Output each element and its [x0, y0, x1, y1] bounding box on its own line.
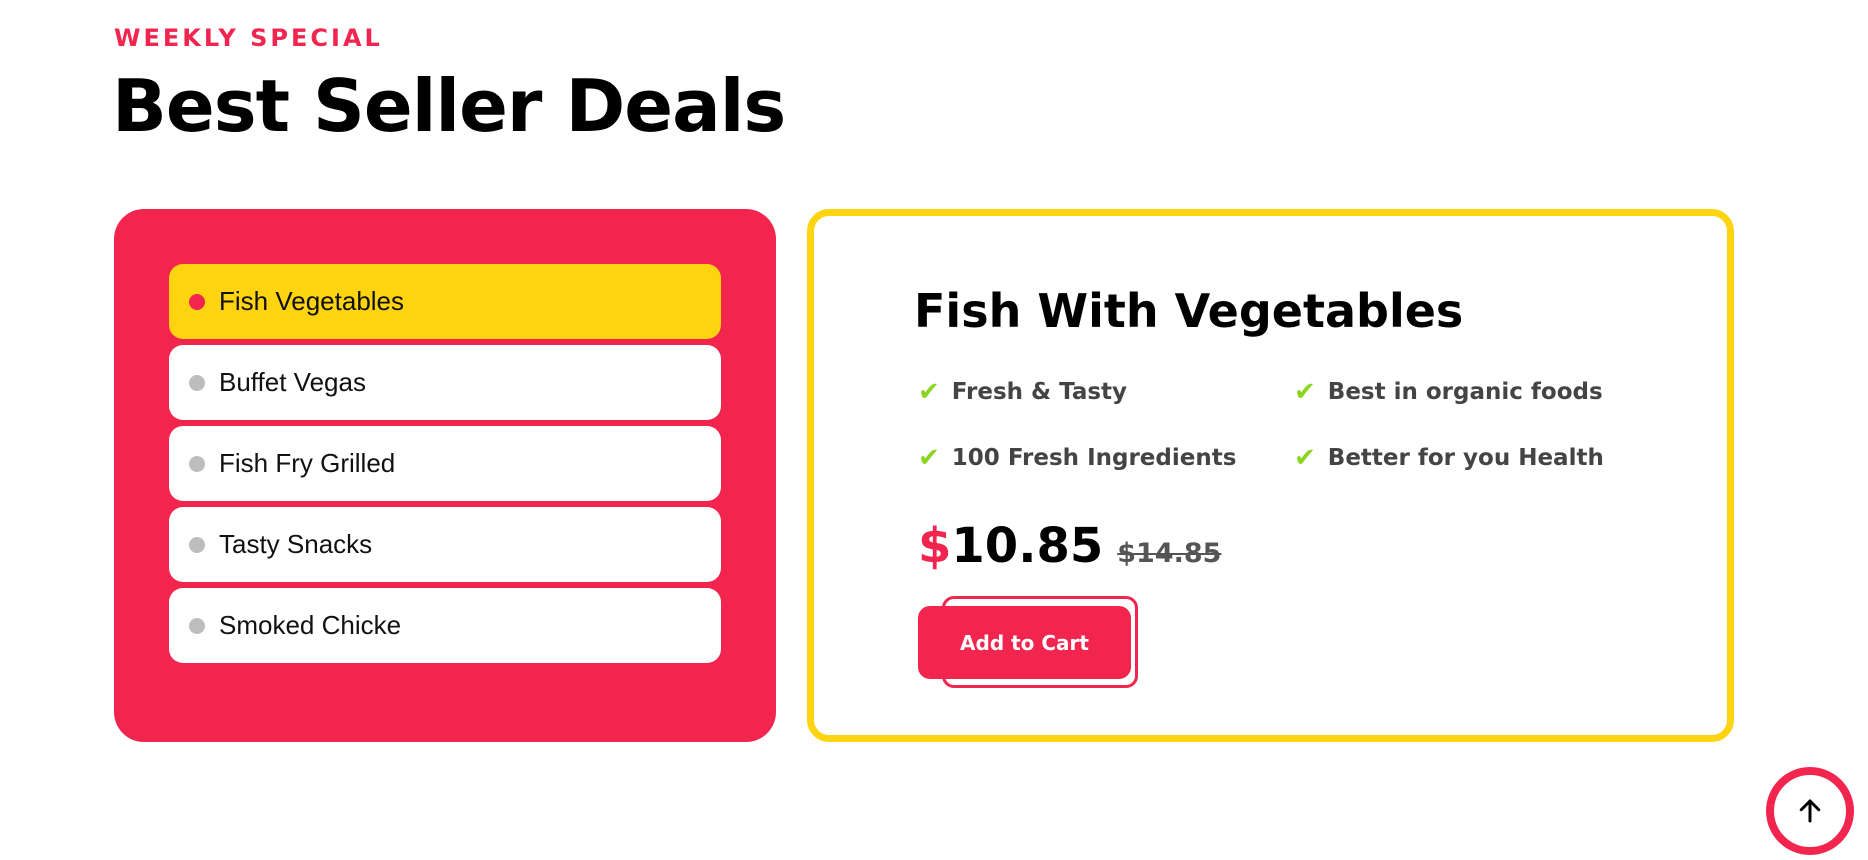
menu-item-label: Fish Fry Grilled [219, 448, 396, 478]
feature-label: 100 Fresh Ingredients [951, 445, 1237, 471]
feature-label: Better for you Health [1327, 445, 1604, 471]
price-value: 10.85 [951, 518, 1104, 574]
feature-item: ✔ Better for you Health [1294, 445, 1604, 471]
add-to-cart-button[interactable]: Add to Cart [918, 606, 1131, 679]
menu-item-fish-fry-grilled[interactable]: Fish Fry Grilled [169, 426, 721, 501]
menu-item-buffet-vegas[interactable]: Buffet Vegas [169, 345, 721, 420]
feature-label: Fresh & Tasty [951, 379, 1128, 405]
add-to-cart-wrapper: Add to Cart [918, 596, 1138, 688]
menu-item-tasty-snacks[interactable]: Tasty Snacks [169, 507, 721, 582]
feature-label: Best in organic foods [1327, 379, 1603, 405]
arrow-up-icon [1799, 799, 1821, 823]
menu-item-smoked-chicke[interactable]: Smoked Chicke [169, 588, 721, 663]
check-icon: ✔ [1294, 443, 1316, 473]
deal-menu-panel: Fish Vegetables Buffet Vegas Fish Fry Gr… [114, 209, 776, 742]
product-detail-card: Fish With Vegetables ✔ Fresh & Tasty ✔ B… [807, 209, 1734, 742]
dot-icon [189, 536, 205, 553]
dot-icon [189, 617, 205, 634]
check-icon: ✔ [918, 377, 940, 407]
section-subheading: WEEKLY SPECIAL [114, 24, 383, 52]
menu-item-label: Buffet Vegas [219, 367, 366, 397]
old-price: $14.85 [1117, 538, 1222, 569]
dot-icon [189, 455, 205, 472]
feature-item: ✔ 100 Fresh Ingredients [918, 445, 1236, 471]
menu-item-label: Smoked Chicke [219, 610, 402, 640]
price-row: $ 10.85 $14.85 [918, 518, 1221, 574]
check-icon: ✔ [1294, 377, 1316, 407]
section-title: Best Seller Deals [112, 64, 786, 148]
feature-item: ✔ Best in organic foods [1294, 379, 1603, 405]
feature-item: ✔ Fresh & Tasty [918, 379, 1127, 405]
menu-item-label: Tasty Snacks [219, 529, 373, 559]
menu-item-label: Fish Vegetables [219, 286, 405, 316]
check-icon: ✔ [918, 443, 940, 473]
price-currency: $ [918, 518, 952, 574]
deal-menu-list: Fish Vegetables Buffet Vegas Fish Fry Gr… [169, 264, 721, 669]
dot-icon [189, 374, 205, 391]
menu-item-fish-vegetables[interactable]: Fish Vegetables [169, 264, 721, 339]
active-dot-icon [189, 293, 205, 310]
scroll-to-top-button[interactable] [1766, 767, 1854, 855]
product-title: Fish With Vegetables [914, 284, 1464, 338]
